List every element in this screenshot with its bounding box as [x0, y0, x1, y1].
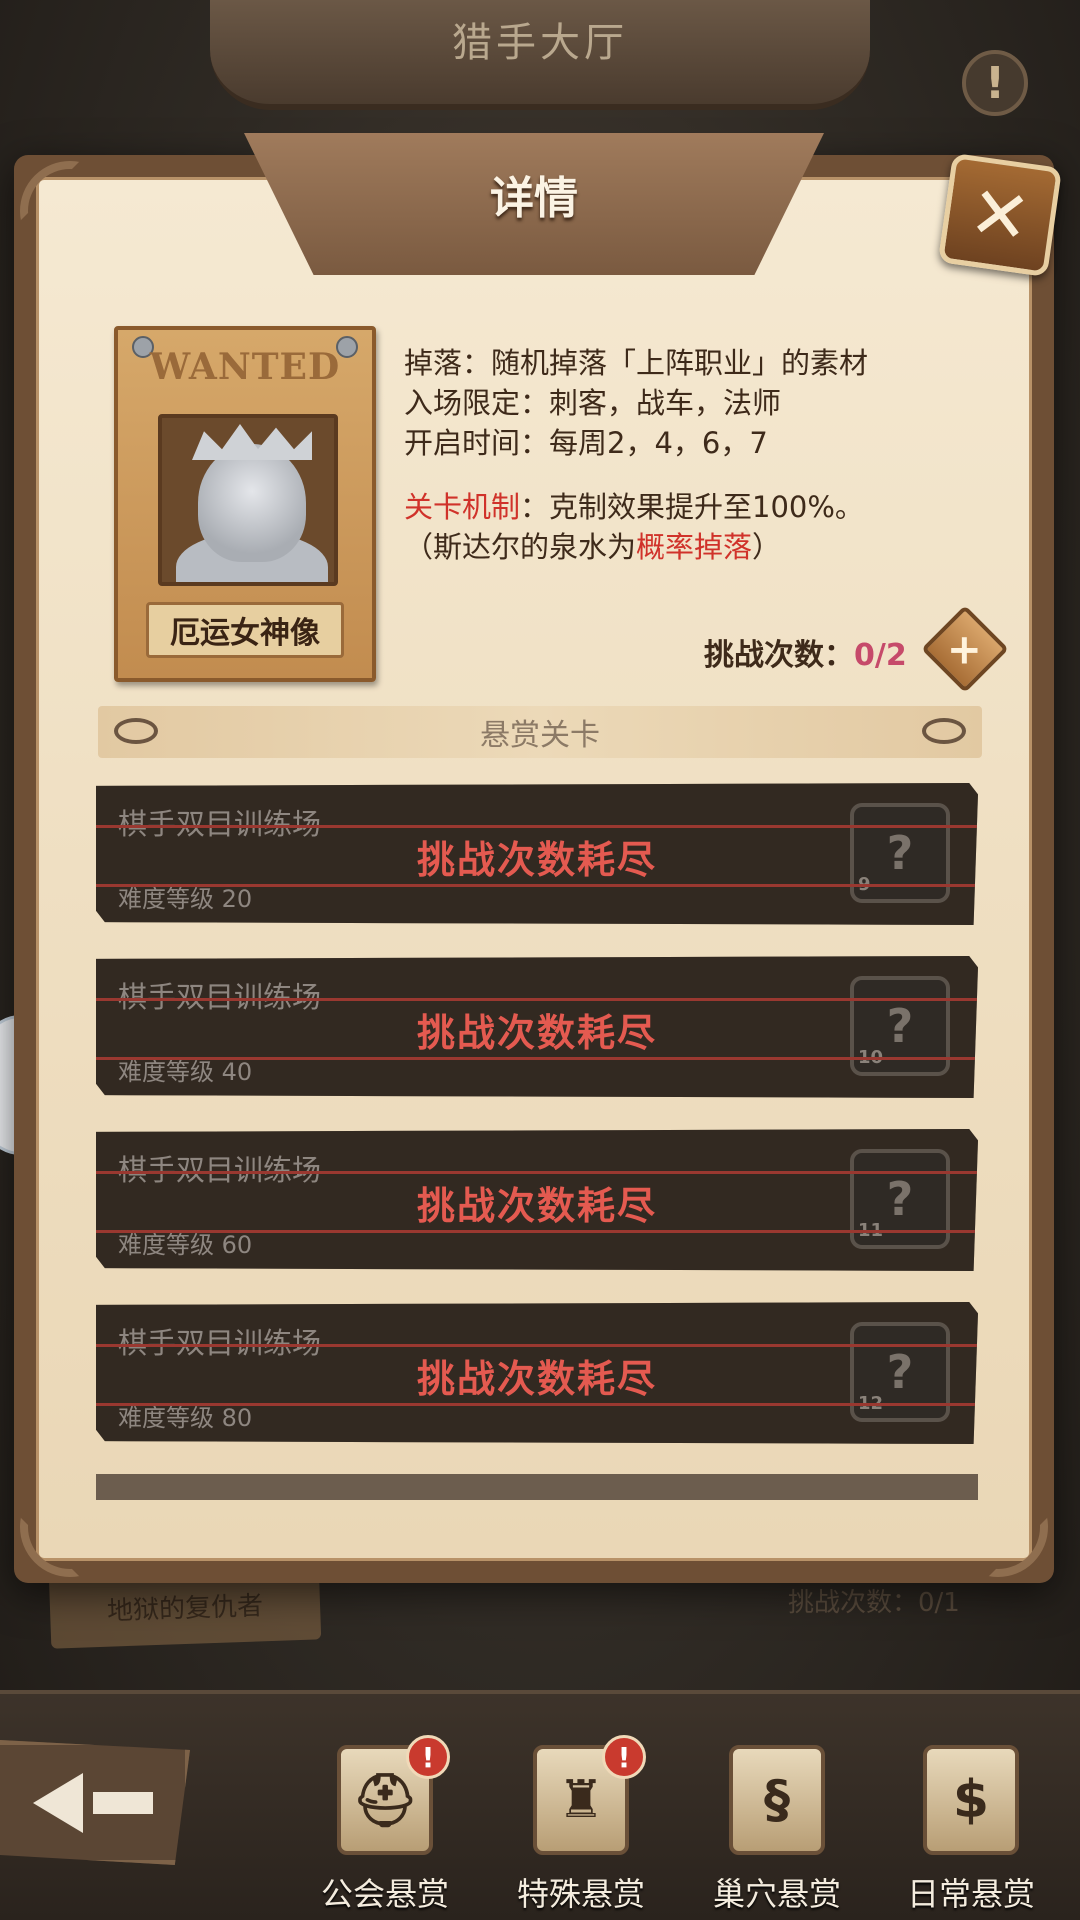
wanted-poster[interactable]: WANTED 厄运女神像: [114, 326, 376, 682]
exhausted-banner: 挑战次数耗尽: [96, 1171, 978, 1233]
back-arrow-icon: [32, 1772, 83, 1833]
nav-special-bounty[interactable]: ♜ ! 特殊悬赏: [496, 1735, 666, 1915]
dollar-icon: $: [923, 1745, 1019, 1855]
note-suffix: ）: [752, 530, 782, 564]
stage-status: 挑战次数耗尽: [416, 1356, 657, 1401]
nav-label: 巢穴悬赏: [712, 1875, 841, 1913]
stage-status: 挑战次数耗尽: [416, 1183, 657, 1228]
nav-alert-badge: !: [602, 1735, 646, 1779]
boss-name: 厄运女神像: [146, 602, 344, 658]
nav-label: 公会悬赏: [320, 1875, 449, 1913]
back-arrow-shaft: [92, 1791, 153, 1814]
nav-label: 特殊悬赏: [516, 1875, 645, 1913]
stage-row[interactable]: 棋手双目训练场 难度等级 60 ? 11 挑战次数耗尽: [96, 1129, 978, 1271]
challenge-label: 挑战次数：: [704, 638, 854, 673]
nav-alert-badge: !: [406, 1735, 450, 1779]
plus-icon: +: [947, 624, 983, 674]
mechanic-info: 关卡机制：克制效果提升至100%。: [404, 487, 1004, 527]
ornament-icon: [114, 718, 158, 744]
boss-portrait: [158, 414, 338, 586]
section-title: 悬赏关卡: [480, 718, 600, 753]
stage-status: 挑战次数耗尽: [416, 1010, 657, 1055]
stage-row[interactable]: 棋手双目训练场 难度等级 40 ? 10 挑战次数耗尽: [96, 956, 978, 1098]
dragon-icon: §: [729, 1745, 825, 1855]
modal-title: 详情: [490, 173, 578, 224]
stage-status: 挑战次数耗尽: [416, 837, 657, 882]
nav-daily-bounty[interactable]: $ 日常悬赏: [886, 1745, 1056, 1915]
back-button[interactable]: [0, 1740, 190, 1865]
drop-info: 掉落：随机掉落「上阵职业」的素材: [404, 346, 869, 380]
challenge-value: 0/2: [854, 638, 907, 673]
portrait-head: [198, 444, 306, 562]
crown-icon: [192, 424, 312, 460]
challenge-count: 挑战次数：0/2: [704, 630, 907, 674]
exhausted-banner: 挑战次数耗尽: [96, 1344, 978, 1406]
ornament-icon: [922, 718, 966, 744]
mechanic-text: ：克制效果提升至100%。: [520, 490, 864, 524]
behind-challenge-count: 挑战次数：0/1: [788, 1588, 960, 1618]
note-prefix: （斯达尔的泉水为: [404, 530, 637, 564]
nav-lair-bounty[interactable]: § 巢穴悬赏: [692, 1745, 862, 1915]
note-info: （斯达尔的泉水为概率掉落）: [404, 527, 1004, 567]
open-time-info: 开启时间：每周2，4，6，7: [404, 426, 768, 460]
stage-row-partial: [96, 1474, 978, 1500]
close-icon: ✕: [964, 169, 1036, 261]
exhausted-banner: 挑战次数耗尽: [96, 998, 978, 1060]
nav-guild-bounty[interactable]: ⛑ ! 公会悬赏: [300, 1735, 470, 1915]
hall-title: 猎手大厅: [452, 20, 628, 66]
section-header: 悬赏关卡: [98, 706, 982, 758]
nav-label: 日常悬赏: [906, 1875, 1035, 1913]
stage-row[interactable]: 棋手双目训练场 难度等级 20 ? 9 挑战次数耗尽: [96, 783, 978, 925]
mechanic-label: 关卡机制: [404, 490, 521, 524]
alert-icon[interactable]: !: [962, 50, 1028, 116]
entry-limit-info: 入场限定：刺客，战车，法师: [404, 386, 782, 420]
hall-header: 猎手大厅: [210, 0, 870, 110]
wanted-title: WANTED: [149, 346, 341, 388]
note-highlight: 概率掉落: [636, 530, 753, 564]
stage-row[interactable]: 棋手双目训练场 难度等级 80 ? 12 挑战次数耗尽: [96, 1302, 978, 1444]
close-button[interactable]: ✕: [937, 152, 1063, 278]
modal-header: 详情: [244, 133, 824, 275]
exhausted-banner: 挑战次数耗尽: [96, 825, 978, 887]
bounty-info: 掉落：随机掉落「上阵职业」的素材 入场限定：刺客，战车，法师 开启时间：每周2，…: [404, 343, 1004, 567]
